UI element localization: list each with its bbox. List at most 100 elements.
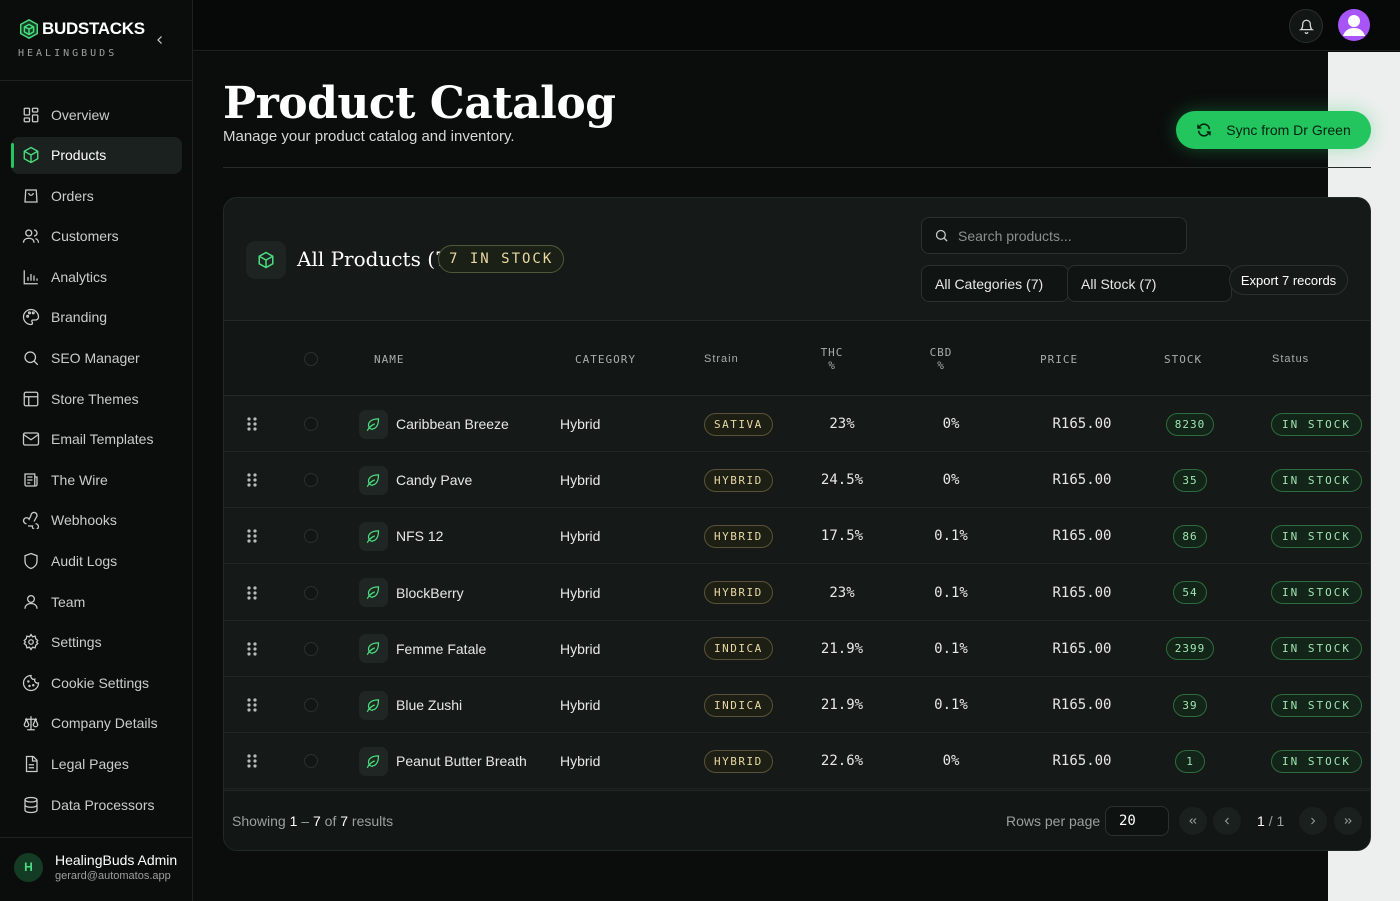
sidebar-item-team[interactable]: Team [11,583,182,620]
gear-icon [23,633,39,651]
price-value: R165.00 [1052,416,1112,432]
category-filter-select[interactable]: All Categories (7) [921,265,1069,302]
sidebar-item-overview[interactable]: Overview [11,96,182,133]
column-header-status[interactable]: Status [1272,321,1309,397]
table-row[interactable]: Caribbean Breeze Hybrid SATIVA 23% 0% R165.00… [224,396,1370,452]
sidebar-item-orders[interactable]: Orders [11,177,182,214]
table-row[interactable]: Peanut Butter Breath Hybrid HYBRID 22.6% 0% R… [224,733,1370,790]
previous-page-button[interactable] [1213,807,1241,835]
price-value: R165.00 [1052,584,1112,601]
sidebar-item-branding[interactable]: Branding [11,299,182,336]
user-avatar-button[interactable] [1338,9,1370,41]
table-row[interactable]: NFS 12 Hybrid HYBRID 17.5% 0.1% R165.00 86 IN S… [224,508,1370,565]
stock-filter-value: All Stock (7) [1081,275,1157,292]
drag-handle-icon[interactable] [246,508,262,564]
product-name[interactable]: NFS 12 [396,508,443,564]
cookie-icon [22,674,40,691]
product-name[interactable]: Femme Fatale [396,621,486,677]
column-header-strain[interactable]: Strain [704,321,739,397]
sync-button[interactable]: Sync from Dr Green [1176,111,1371,149]
product-name[interactable]: Peanut Butter Breath [396,733,527,789]
table-row[interactable]: Blue Zushi Hybrid INDICA 21.9% 0.1% R165.00 39… [224,677,1370,733]
product-category: Hybrid [560,753,601,770]
in-stock-count-badge: 7 IN STOCK [438,245,565,273]
drag-handle-icon[interactable] [246,621,262,677]
drag-handle-icon[interactable] [246,452,262,508]
row-checkbox[interactable] [304,621,318,677]
row-checkbox[interactable] [304,452,318,508]
budstacks-logo-icon [20,18,38,40]
stock-badge: 8230 [1149,396,1231,452]
row-checkbox[interactable] [304,565,318,621]
product-leaf-icon [359,452,388,508]
row-checkbox[interactable] [304,733,318,789]
product-name[interactable]: Blue Zushi [396,677,462,733]
sidebar-item-data-processors[interactable]: Data Processors [11,786,182,823]
drag-handle-icon[interactable] [246,396,262,452]
sidebar-item-company-details[interactable]: Company Details [11,705,182,742]
sidebar-item-label: Orders [51,187,94,204]
column-header-name[interactable]: NAME [374,321,405,397]
cbd-value: 0% [942,416,960,432]
first-page-button[interactable] [1179,807,1207,835]
mail-icon [22,432,40,446]
table-row[interactable]: Candy Pave Hybrid HYBRID 24.5% 0% R165.00 35 IN… [224,452,1370,509]
sidebar-item-email-templates[interactable]: Email Templates [11,421,182,458]
layout-icon [23,391,39,407]
drag-handle-icon[interactable] [246,677,262,733]
drag-handle-icon[interactable] [246,565,262,621]
results-suffix: results [351,813,394,829]
box-icon [23,146,39,164]
table-row[interactable]: Femme Fatale Hybrid INDICA 21.9% 0.1% R165.00… [224,621,1370,677]
sidebar-item-webhooks[interactable]: Webhooks [11,502,182,539]
column-header-cbd[interactable]: CBD % [921,321,961,397]
sidebar-item-label: Email Templates [51,431,154,448]
user-profile[interactable]: H HealingBuds Admin gerard@automatos.app [14,852,177,882]
sidebar-item-cookie-settings[interactable]: Cookie Settings [11,664,182,701]
column-header-price[interactable]: PRICE [1040,321,1078,397]
strain-badge-label: HYBRID [704,581,773,605]
sidebar-item-label: Branding [51,309,108,326]
stock-filter-select[interactable]: All Stock (7) [1067,265,1232,302]
drag-handle-icon[interactable] [246,733,262,789]
sidebar-item-audit-logs[interactable]: Audit Logs [11,543,182,580]
notifications-button[interactable] [1289,9,1323,43]
sidebar-item-the-wire[interactable]: The Wire [11,461,182,498]
range-end: 7 [312,813,321,829]
product-name[interactable]: BlockBerry [396,565,464,621]
row-checkbox[interactable] [304,508,318,564]
sidebar-item-settings[interactable]: Settings [11,624,182,661]
sidebar-item-legal-pages[interactable]: Legal Pages [11,746,182,783]
column-header-stock[interactable]: STOCK [1164,321,1202,397]
stock-badge: 2399 [1149,621,1231,677]
chevrons-left-icon [1189,818,1197,824]
row-checkbox[interactable] [304,396,318,452]
strain-badge-label: INDICA [704,693,773,717]
search-input[interactable]: Search products... [921,217,1187,254]
sidebar-item-store-themes[interactable]: Store Themes [11,380,182,417]
select-all-checkbox[interactable] [304,321,318,397]
next-page-button[interactable] [1299,807,1327,835]
column-header-category[interactable]: CATEGORY [575,321,636,397]
sidebar-item-customers[interactable]: Customers [11,218,182,255]
collapse-sidebar-button[interactable] [150,30,170,50]
export-button[interactable]: Export 7 records [1229,265,1348,295]
sidebar-item-seo-manager[interactable]: SEO Manager [11,340,182,377]
column-header-thc[interactable]: THC % [812,321,852,397]
table-row[interactable]: BlockBerry Hybrid HYBRID 23% 0.1% R165.00 54 IN… [224,565,1370,621]
row-checkbox[interactable] [304,677,318,733]
results-prefix: Showing [232,813,286,829]
last-page-button[interactable] [1334,807,1362,835]
status-badge: IN STOCK [1271,733,1362,789]
thc-value: 22.6% [820,753,864,770]
avatar: H [14,852,43,882]
sidebar-item-analytics[interactable]: Analytics [11,258,182,295]
product-name[interactable]: Candy Pave [396,452,472,508]
sidebar-item-products[interactable]: Products [11,136,182,174]
product-name[interactable]: Caribbean Breeze [396,396,509,452]
thc-value: 21.9% [820,640,864,657]
strain-badge: HYBRID [704,508,773,564]
stock-badge: 54 [1149,565,1231,621]
rows-per-page-select[interactable]: 20 [1105,806,1169,836]
status-badge: IN STOCK [1271,621,1362,677]
